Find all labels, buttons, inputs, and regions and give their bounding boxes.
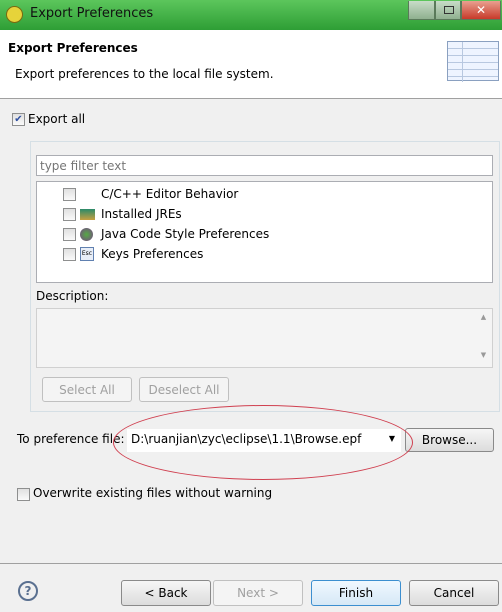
window-title: Export Preferences bbox=[30, 6, 154, 21]
jre-icon bbox=[80, 209, 95, 220]
export-all-label: Export all bbox=[28, 112, 86, 126]
item-checkbox[interactable] bbox=[63, 228, 76, 241]
cancel-button[interactable]: Cancel bbox=[409, 580, 499, 606]
wizard-banner-icon bbox=[447, 41, 499, 82]
export-all-checkbox[interactable]: ✔ bbox=[12, 113, 25, 126]
title-bar: Export Preferences ✕ bbox=[0, 0, 502, 30]
item-checkbox[interactable] bbox=[63, 208, 76, 221]
finish-button[interactable]: Finish bbox=[311, 580, 401, 606]
eclipse-icon bbox=[6, 6, 23, 23]
page-description: Export preferences to the local file sys… bbox=[15, 67, 274, 81]
file-label: To preference file: bbox=[17, 432, 125, 446]
description-box: ▲ ▼ bbox=[36, 308, 493, 368]
page-title: Export Preferences bbox=[8, 41, 138, 55]
close-button[interactable]: ✕ bbox=[461, 1, 501, 20]
item-label: Installed JREs bbox=[101, 207, 182, 221]
item-label: Keys Preferences bbox=[101, 247, 204, 261]
annotation-ellipse bbox=[113, 405, 413, 480]
browse-button[interactable]: Browse... bbox=[405, 428, 494, 452]
maximize-button[interactable] bbox=[435, 1, 461, 20]
tree-item[interactable]: Installed JREs bbox=[63, 204, 483, 224]
preferences-tree: C/C++ Editor Behavior Installed JREs Jav… bbox=[36, 181, 493, 283]
select-all-button[interactable]: Select All bbox=[42, 377, 132, 402]
deselect-all-button[interactable]: Deselect All bbox=[139, 377, 229, 402]
tree-item[interactable]: C/C++ Editor Behavior bbox=[63, 184, 483, 204]
item-checkbox[interactable] bbox=[63, 248, 76, 261]
wizard-header: Export Preferences Export preferences to… bbox=[0, 30, 502, 99]
item-label: Java Code Style Preferences bbox=[101, 227, 270, 241]
item-label: C/C++ Editor Behavior bbox=[101, 187, 239, 201]
divider bbox=[0, 563, 502, 564]
minimize-button[interactable] bbox=[408, 1, 435, 20]
item-checkbox[interactable] bbox=[63, 188, 76, 201]
overwrite-label: Overwrite existing files without warning bbox=[33, 486, 273, 500]
tree-item[interactable]: Esc Keys Preferences bbox=[63, 244, 483, 264]
scrollbar[interactable]: ▲ ▼ bbox=[475, 309, 492, 367]
tree-item[interactable]: Java Code Style Preferences bbox=[63, 224, 483, 244]
overwrite-checkbox[interactable] bbox=[17, 488, 30, 501]
help-icon[interactable]: ? bbox=[18, 581, 38, 601]
description-label: Description: bbox=[36, 289, 109, 303]
next-button[interactable]: Next > bbox=[213, 580, 303, 606]
keys-icon: Esc bbox=[80, 247, 94, 261]
java-style-icon bbox=[80, 228, 93, 241]
filter-input[interactable] bbox=[36, 155, 493, 176]
back-button[interactable]: < Back bbox=[121, 580, 211, 606]
